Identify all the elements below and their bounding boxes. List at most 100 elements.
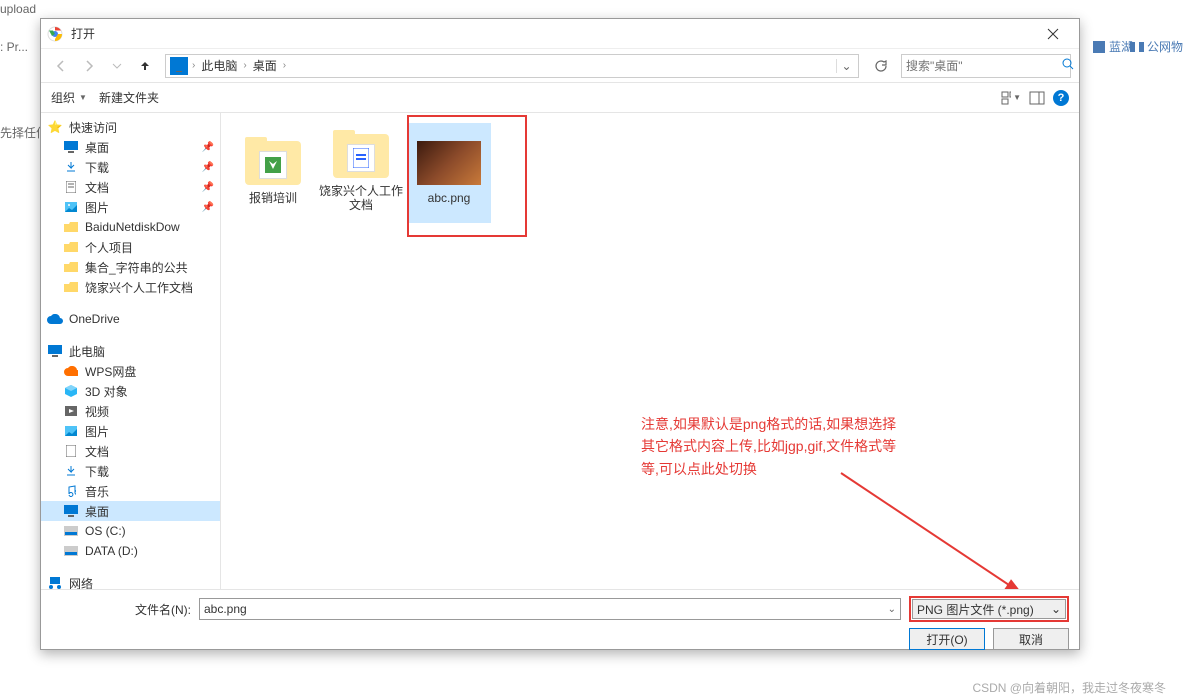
file-label: 报销培训 xyxy=(249,191,297,205)
wps-icon xyxy=(63,363,79,379)
view-options-button[interactable]: ▼ xyxy=(1001,88,1021,108)
annotation-highlight-box xyxy=(407,115,527,237)
folder-item[interactable]: 报销培训 xyxy=(231,123,315,223)
breadcrumb-thispc[interactable]: 此电脑 xyxy=(197,57,241,74)
annotation-text: 注意,如果默认是png格式的话,如果想选择 其它格式内容上传,比如jgp,gif… xyxy=(641,413,896,480)
pc-icon xyxy=(47,343,63,359)
downloads-icon xyxy=(63,463,79,479)
pin-icon: 📌 xyxy=(202,142,214,153)
folder-icon xyxy=(63,279,79,295)
music-icon xyxy=(63,483,79,499)
folder-icon xyxy=(245,141,301,185)
sidebar-wps[interactable]: WPS网盘 xyxy=(41,361,220,381)
drive-icon xyxy=(63,523,79,539)
search-input[interactable] xyxy=(906,59,1061,73)
forward-button[interactable] xyxy=(77,54,101,78)
help-button[interactable]: ? xyxy=(1053,90,1069,106)
background-pr-text: : Pr... xyxy=(0,40,28,54)
titlebar: 打开 xyxy=(41,19,1079,49)
annotation-arrow xyxy=(841,473,1041,589)
filetype-select[interactable]: PNG 图片文件 (*.png)⌄ xyxy=(912,599,1066,619)
pc-icon xyxy=(170,57,188,75)
preview-pane-button[interactable] xyxy=(1027,88,1047,108)
drive-icon xyxy=(63,543,79,559)
sidebar-videos[interactable]: 视频 xyxy=(41,401,220,421)
search-box[interactable] xyxy=(901,54,1071,78)
filename-input[interactable]: abc.png⌄ xyxy=(199,598,901,620)
sidebar-downloads[interactable]: 下载📌 xyxy=(41,157,220,177)
file-open-dialog: 打开 › 此电脑 › 桌面 › ⌄ 组织▼ 新建文件夹 ▼ ? xyxy=(40,18,1080,650)
desktop-icon xyxy=(63,503,79,519)
sidebar-3d[interactable]: 3D 对象 xyxy=(41,381,220,401)
chrome-icon xyxy=(47,26,63,42)
dropdown-icon: ⌄ xyxy=(1051,602,1061,616)
sidebar-desktop[interactable]: 桌面📌 xyxy=(41,137,220,157)
recent-dropdown[interactable] xyxy=(105,54,129,78)
breadcrumb-desktop[interactable]: 桌面 xyxy=(249,57,281,74)
sidebar-downloads2[interactable]: 下载 xyxy=(41,461,220,481)
dialog-body: ⭐快速访问 桌面📌 下载📌 文档📌 图片📌 BaiduNetdiskDow 个人… xyxy=(41,113,1079,589)
sidebar-music[interactable]: 音乐 xyxy=(41,481,220,501)
pictures-icon xyxy=(63,199,79,215)
watermark: CSDN @向着朝阳，我走过冬夜寒冬 xyxy=(972,679,1166,696)
onedrive-icon xyxy=(47,311,63,327)
chevron-right-icon[interactable]: › xyxy=(192,60,195,71)
filename-label: 文件名(N): xyxy=(51,601,191,618)
cancel-button[interactable]: 取消 xyxy=(993,628,1069,650)
pin-icon: 📌 xyxy=(202,182,214,193)
back-button[interactable] xyxy=(49,54,73,78)
navigation-bar: › 此电脑 › 桌面 › ⌄ xyxy=(41,49,1079,83)
sidebar-documents[interactable]: 文档📌 xyxy=(41,177,220,197)
network-icon xyxy=(47,575,63,589)
background-gongwang-link[interactable]: 公网物 xyxy=(1130,38,1183,55)
sidebar-personal[interactable]: 个人项目 xyxy=(41,237,220,257)
cube-icon xyxy=(63,383,79,399)
chevron-right-icon[interactable]: › xyxy=(243,60,246,71)
dropdown-icon[interactable]: ⌄ xyxy=(888,604,896,615)
sidebar-thispc[interactable]: 此电脑 xyxy=(41,341,220,361)
sidebar-quickaccess[interactable]: ⭐快速访问 xyxy=(41,117,220,137)
sidebar-documents2[interactable]: 文档 xyxy=(41,441,220,461)
new-folder-button[interactable]: 新建文件夹 xyxy=(99,89,159,106)
sidebar-desktop2[interactable]: 桌面 xyxy=(41,501,220,521)
sidebar-raojiaxing[interactable]: 饶家兴个人工作文档 xyxy=(41,277,220,297)
file-label: 饶家兴个人工作文档 xyxy=(319,184,403,213)
downloads-icon xyxy=(63,159,79,175)
breadcrumb-bar[interactable]: › 此电脑 › 桌面 › ⌄ xyxy=(165,54,859,78)
close-button[interactable] xyxy=(1033,22,1073,46)
pin-icon: 📌 xyxy=(202,202,214,213)
sidebar-baidu[interactable]: BaiduNetdiskDow xyxy=(41,217,220,237)
folder-icon xyxy=(63,239,79,255)
refresh-button[interactable] xyxy=(869,54,893,78)
search-icon[interactable] xyxy=(1061,57,1075,74)
sidebar-network[interactable]: 网络 xyxy=(41,573,220,589)
breadcrumb-dropdown[interactable]: ⌄ xyxy=(836,59,856,73)
background-upload-text: upload xyxy=(0,2,36,16)
documents-icon xyxy=(63,443,79,459)
pictures-icon xyxy=(63,423,79,439)
chevron-right-icon[interactable]: › xyxy=(283,60,286,71)
video-icon xyxy=(63,403,79,419)
sidebar-osc[interactable]: OS (C:) xyxy=(41,521,220,541)
toolbar: 组织▼ 新建文件夹 ▼ ? xyxy=(41,83,1079,113)
desktop-icon xyxy=(63,139,79,155)
organize-button[interactable]: 组织▼ xyxy=(51,89,87,106)
folder-icon xyxy=(63,259,79,275)
folder-icon xyxy=(63,219,79,235)
folder-icon xyxy=(333,134,389,178)
folder-item[interactable]: 饶家兴个人工作文档 xyxy=(319,123,403,223)
annotation-highlight-filetype: PNG 图片文件 (*.png)⌄ xyxy=(909,596,1069,622)
sidebar-pictures[interactable]: 图片📌 xyxy=(41,197,220,217)
background-lanhu-link[interactable]: 蓝湖 xyxy=(1092,38,1133,55)
dialog-title: 打开 xyxy=(71,25,1033,42)
star-icon: ⭐ xyxy=(47,119,63,135)
sidebar-jihe[interactable]: 集合_字符串的公共 xyxy=(41,257,220,277)
up-button[interactable] xyxy=(133,54,157,78)
open-button[interactable]: 打开(O) xyxy=(909,628,985,650)
sidebar-onedrive[interactable]: OneDrive xyxy=(41,309,220,329)
sidebar-pictures2[interactable]: 图片 xyxy=(41,421,220,441)
sidebar: ⭐快速访问 桌面📌 下载📌 文档📌 图片📌 BaiduNetdiskDow 个人… xyxy=(41,113,221,589)
sidebar-datad[interactable]: DATA (D:) xyxy=(41,541,220,561)
documents-icon xyxy=(63,179,79,195)
file-list[interactable]: 报销培训 饶家兴个人工作文档 abc.png 注意,如果默认是png格式的话,如… xyxy=(221,113,1079,589)
